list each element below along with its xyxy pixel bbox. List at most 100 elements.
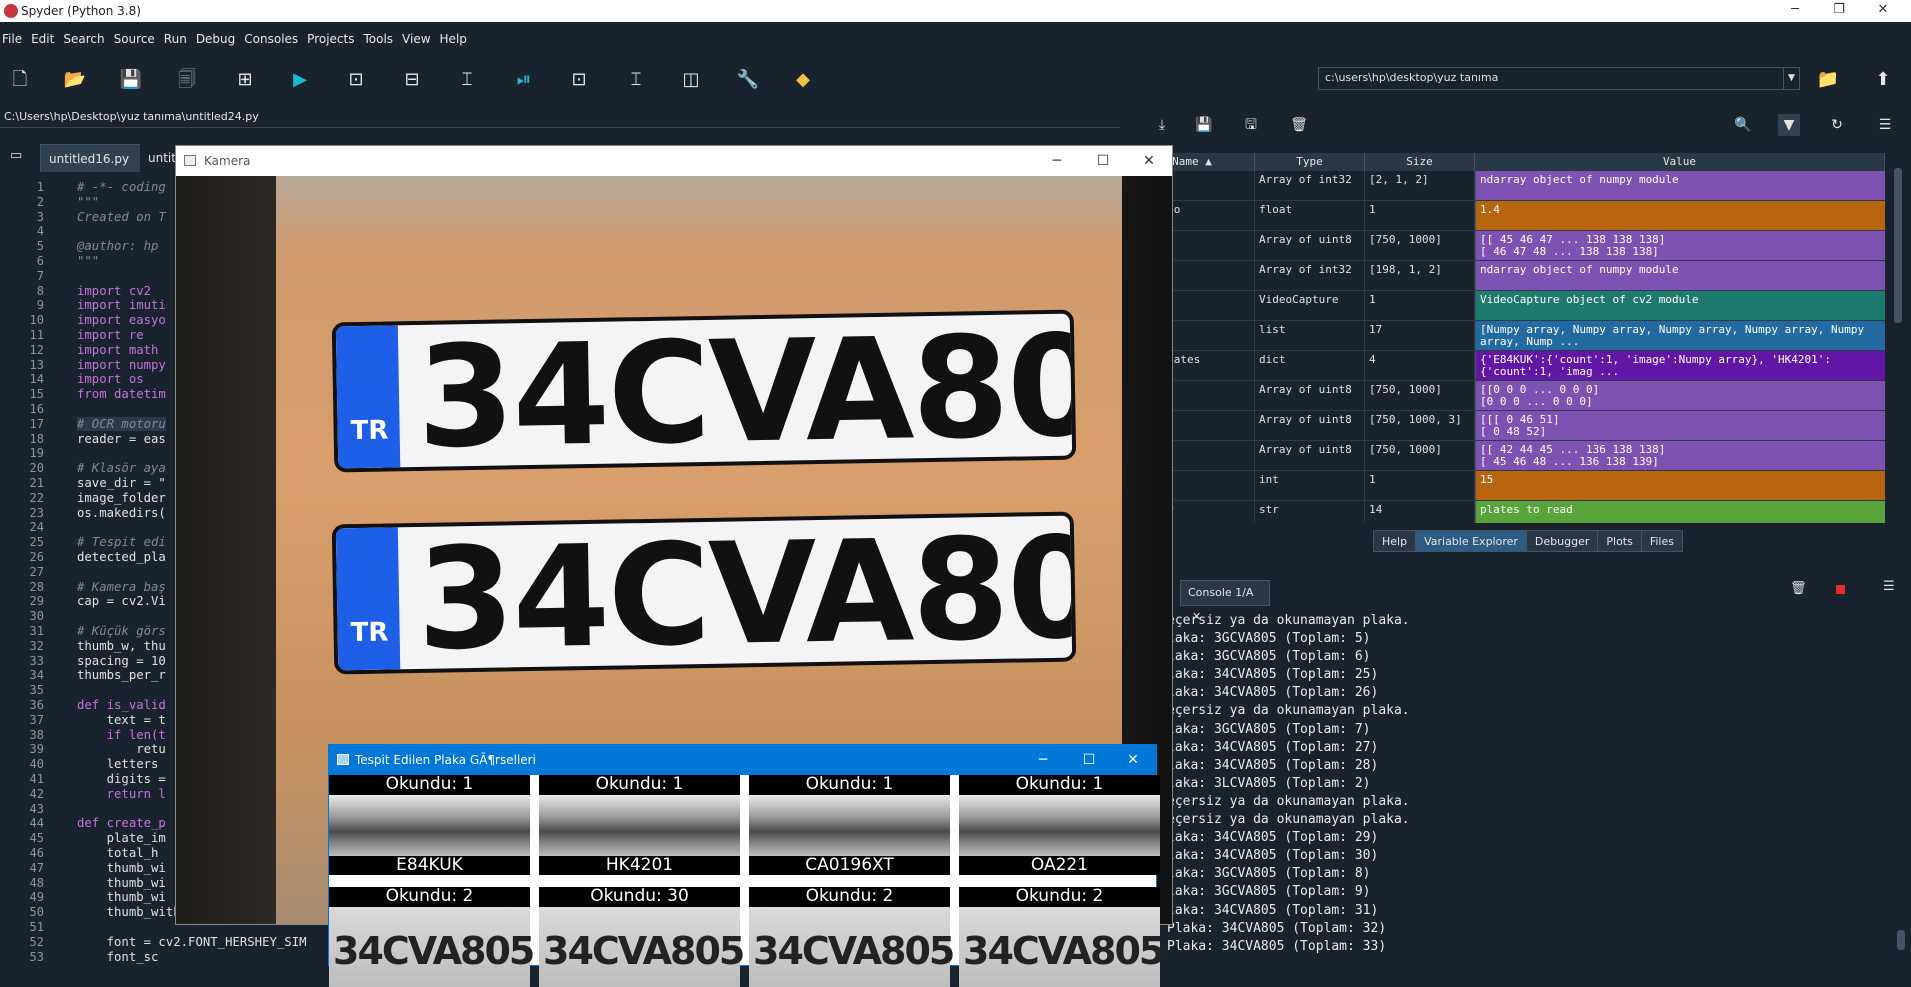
run-icon[interactable]: ▶ (286, 66, 314, 94)
plate-image: 34CVA805 (329, 907, 535, 987)
variable-row[interactable]: t_ratiofloat11.4 (1130, 201, 1894, 231)
col-header-size[interactable]: Size (1365, 153, 1475, 171)
variable-row[interactable]: Array of int32 [198, 1, 2] ndarray object … (1130, 261, 1894, 291)
close-icon[interactable]: ✕ (1861, 0, 1905, 22)
menu-edit[interactable]: Edit (29, 32, 61, 46)
refresh-icon[interactable]: ↻ (1826, 114, 1848, 136)
line-number: 49 (29, 890, 44, 905)
plate-caption: HK4201 (605, 855, 674, 875)
run-selection-icon[interactable]: ⌶ (453, 66, 481, 94)
variable-size: 14 (1365, 501, 1475, 523)
save-all-icon[interactable]: 🗐 (173, 66, 201, 94)
line-number: 14 (29, 372, 44, 387)
variable-size: [750, 1000] (1365, 231, 1475, 261)
menu-run[interactable]: Run (162, 32, 194, 46)
open-folder-icon[interactable]: 📂 (61, 66, 89, 94)
line-number: 47 (29, 860, 44, 875)
plate-image-text: 34CVA805 (333, 929, 535, 973)
code-line: image_folder (77, 490, 166, 505)
line-number: 45 (29, 831, 44, 846)
console-line: laka: 34CVA805 (Toplam: 31) (1167, 902, 1379, 918)
console-scrollbar[interactable] (1897, 930, 1905, 950)
plate-image (959, 795, 1160, 856)
browse-tabs-icon[interactable]: ▭ (10, 148, 22, 163)
new-file-icon[interactable]: 🗋 (6, 66, 34, 94)
tab-plots[interactable]: Plots (1597, 530, 1642, 552)
debug-selection-icon[interactable]: ⌶ (622, 66, 650, 94)
variable-row[interactable]: list 17 [Numpy array, Numpy array, Numpy a… (1130, 321, 1894, 351)
col-header-type[interactable]: Type (1255, 153, 1365, 171)
menu-consoles[interactable]: Consoles (242, 32, 305, 46)
maximize-pane-icon[interactable]: ◫ (677, 66, 705, 94)
menu-source[interactable]: Source (112, 32, 162, 46)
console-tab-label: Console 1/A (1188, 586, 1254, 599)
variable-row[interactable]: xArray of int32[2, 1, 2]ndarray object o… (1130, 171, 1894, 201)
import-data-icon[interactable]: ⤓ (1151, 114, 1173, 136)
parent-dir-icon[interactable]: ⬆ (1869, 66, 1897, 94)
variable-row[interactable]: VideoCapture 1 VideoCapture object of cv2 … (1130, 291, 1894, 321)
variable-type: str (1255, 501, 1365, 523)
save-data-icon[interactable]: 💾 (1193, 114, 1215, 136)
menu-debug[interactable]: Debug (194, 32, 242, 46)
console-line: laka: 3GCVA805 (Toplam: 5) (1167, 631, 1371, 647)
maximize-icon[interactable]: ☐ (1080, 146, 1126, 176)
variable-row[interactable]: Array of uint8 [750, 1000][[ 42 44 45 ...… (1130, 441, 1894, 471)
maximize-icon[interactable]: ☐ (1066, 745, 1112, 775)
plate-thumbnail: Okundu: 2 34CVA805 (329, 887, 535, 987)
kamera-title: Kamera (204, 154, 251, 168)
tab-debugger[interactable]: Debugger (1525, 530, 1599, 552)
run-cell-icon[interactable]: ⊡ (342, 66, 370, 94)
variable-row[interactable]: Array of uint8 [750, 1000, 3][[[ 0 46 51]… (1130, 411, 1894, 441)
line-number: 26 (29, 550, 44, 564)
variable-value: 1.4 (1475, 201, 1885, 231)
variable-value: [[[ 0 46 51] [ 0 48 52] (1475, 411, 1885, 441)
plate-image-text: 34CVA805 (753, 929, 955, 973)
minimize-icon[interactable]: ─ (1773, 0, 1817, 22)
variable-row[interactable]: int 1 15 (1130, 471, 1894, 501)
menu-tools[interactable]: Tools (361, 32, 400, 46)
stop-icon[interactable] (1836, 585, 1845, 594)
minimize-icon[interactable]: ─ (1020, 745, 1066, 775)
variable-row[interactable]: Array of uint8 [750, 1000][[ 45 46 47 ...… (1130, 231, 1894, 261)
menu-help[interactable]: Help (438, 32, 474, 46)
chevron-down-icon[interactable]: ▼ (1783, 68, 1799, 89)
preferences-icon[interactable]: 🔧 (734, 66, 762, 94)
line-number: 40 (29, 757, 44, 772)
tab-files[interactable]: Files (1640, 530, 1683, 552)
tab-variable-explorer[interactable]: Variable Explorer (1415, 530, 1527, 552)
run-cell-advance-icon[interactable]: ⊟ (398, 66, 426, 94)
menu-search[interactable]: Search (61, 32, 111, 46)
restore-icon[interactable]: ❐ (1817, 0, 1861, 22)
menu-file[interactable]: File (0, 32, 29, 46)
console-options-icon[interactable]: ☰ (1883, 579, 1895, 594)
variable-scrollbar[interactable] (1894, 168, 1902, 323)
remove-console-icon[interactable]: 🗑 (1790, 581, 1807, 596)
minimize-icon[interactable]: ─ (1034, 146, 1080, 176)
thumbnail-grid: Okundu: 1 E84KUK Okundu: 1 HK4201 Okundu: 1 C… (329, 775, 1165, 987)
browse-folder-icon[interactable]: 📁 (1814, 66, 1842, 94)
close-icon[interactable]: ✕ (1126, 146, 1172, 176)
menu-view[interactable]: View (400, 32, 437, 46)
close-icon[interactable]: ✕ (1110, 745, 1156, 775)
remove-all-icon[interactable]: 🗑 (1288, 114, 1310, 136)
save-data-as-icon[interactable]: 🖫 (1240, 114, 1262, 136)
col-header-value[interactable]: Value (1475, 153, 1885, 171)
tab-console-1a[interactable]: Console 1/A ✕ (1180, 580, 1270, 623)
code-line: from datetim (77, 387, 166, 402)
debug-cell-icon[interactable]: ⊡ (565, 66, 593, 94)
tab-help[interactable]: Help (1373, 530, 1417, 552)
menu-projects[interactable]: Projects (305, 32, 361, 46)
save-icon[interactable]: 💾 (117, 66, 145, 94)
search-icon[interactable]: 🔍 (1732, 114, 1754, 136)
code-line: """ (77, 254, 100, 268)
filter-icon[interactable]: ▼ (1778, 114, 1800, 136)
new-cell-icon[interactable]: ⊞ (231, 66, 259, 94)
working-directory-combo[interactable]: c:\users\hp\desktop\yuz tanıma ▼ (1318, 67, 1800, 90)
debug-icon[interactable]: ⏯ (510, 66, 538, 94)
variable-row[interactable]: ted_platesdict4{'E84KUK':{'count':1, 'im… (1130, 351, 1894, 381)
variable-row[interactable]: folderstr14plates to read (1130, 501, 1894, 523)
variable-row[interactable]: Array of uint8 [750, 1000] [[0 0 0 ... 0 0… (1130, 381, 1894, 411)
variable-type: Array of uint8 (1255, 231, 1365, 261)
python-path-icon[interactable]: ◆ (789, 66, 817, 94)
options-menu-icon[interactable]: ☰ (1874, 114, 1896, 136)
